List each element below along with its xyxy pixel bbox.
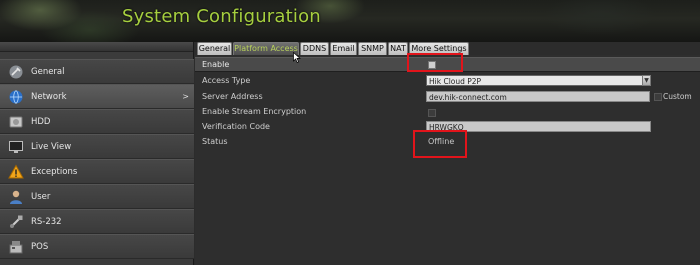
custom-checkbox[interactable]: [654, 93, 662, 101]
tab-ddns[interactable]: DDNS: [300, 42, 329, 55]
stream-encryption-row: Enable Stream Encryption: [195, 105, 700, 120]
sidebar-item-user[interactable]: User: [0, 184, 194, 209]
sidebar-item-network[interactable]: Network >: [0, 84, 194, 109]
user-icon: [8, 189, 24, 205]
hdd-icon: [8, 114, 24, 130]
sidebar-item-exceptions[interactable]: Exceptions: [0, 159, 194, 184]
sidebar-item-label: RS-232: [31, 216, 62, 227]
sidebar-item-label: General: [31, 66, 65, 77]
wrench-icon: [8, 64, 24, 80]
pos-terminal-icon: [8, 239, 24, 255]
sidebar-item-general[interactable]: General: [0, 59, 194, 84]
tab-nat[interactable]: NAT: [388, 42, 408, 55]
verification-code-label: Verification Code: [202, 122, 270, 131]
tab-general[interactable]: General: [197, 42, 232, 55]
sidebar-item-label: User: [31, 191, 51, 202]
monitor-icon: [8, 139, 24, 155]
sidebar-item-pos[interactable]: POS: [0, 234, 194, 259]
stream-encryption-label: Enable Stream Encryption: [202, 107, 307, 116]
highlight-box-status: [413, 130, 467, 158]
sidebar-item-label: HDD: [31, 116, 51, 127]
stream-encryption-checkbox[interactable]: [428, 109, 436, 117]
access-type-row: Access Type Hik Cloud P2P ▼: [195, 74, 700, 89]
platform-access-panel: Enable Access Type Hik Cloud P2P ▼ Serve…: [195, 55, 700, 265]
custom-label: Custom: [663, 92, 692, 101]
sidebar-item-label: Live View: [31, 141, 72, 152]
sidebar-item-rs-232[interactable]: RS-232: [0, 209, 194, 234]
mouse-cursor-icon: [293, 52, 301, 63]
warning-icon: [8, 163, 24, 180]
enable-label: Enable: [202, 60, 230, 69]
globe-icon: [8, 89, 24, 105]
server-address-row: Server Address dev.hik-connect.com Custo…: [195, 90, 700, 105]
sidebar-item-label: POS: [31, 241, 49, 252]
tab-email[interactable]: Email: [330, 42, 357, 55]
page-title: System Configuration: [122, 6, 321, 27]
chevron-right-icon: >: [182, 92, 189, 101]
server-address-input[interactable]: dev.hik-connect.com: [426, 91, 650, 102]
sidebar: General Network > HDD Live View Exceptio…: [0, 42, 194, 265]
access-type-value: Hik Cloud P2P: [429, 77, 482, 86]
header-banner: System Configuration: [0, 0, 700, 42]
sidebar-item-label: Network: [31, 91, 67, 102]
highlight-box-enable: [407, 53, 463, 72]
serial-port-icon: [8, 214, 24, 230]
access-type-select[interactable]: Hik Cloud P2P ▼: [426, 75, 651, 86]
sidebar-item-hdd[interactable]: HDD: [0, 109, 194, 134]
status-label: Status: [202, 137, 228, 146]
sidebar-item-label: Exceptions: [31, 166, 78, 177]
server-address-label: Server Address: [202, 92, 263, 101]
access-type-label: Access Type: [202, 76, 251, 85]
tab-platform-access[interactable]: Platform Access: [233, 42, 299, 55]
tab-snmp[interactable]: SNMP: [358, 42, 387, 55]
chevron-down-icon[interactable]: ▼: [642, 75, 651, 86]
sidebar-item-live-view[interactable]: Live View: [0, 134, 194, 159]
sidebar-header-strip: [0, 42, 193, 52]
